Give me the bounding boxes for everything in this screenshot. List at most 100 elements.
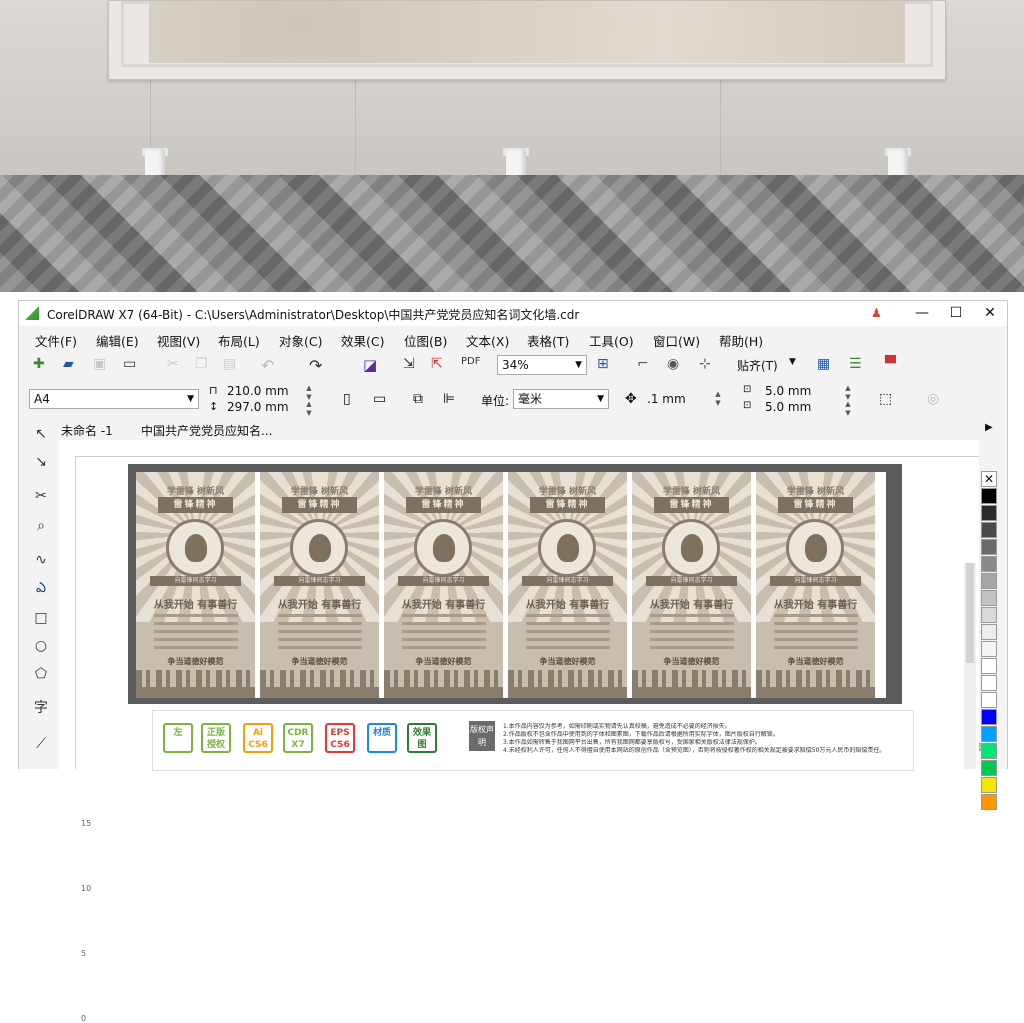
page-height-field[interactable]: 297.0 mm xyxy=(227,400,289,414)
duplicate-y-field[interactable]: 5.0 mm xyxy=(765,400,811,414)
horizontal-ruler[interactable] xyxy=(59,440,979,457)
color-swatch[interactable] xyxy=(981,709,997,725)
cut-icon[interactable]: ✂ xyxy=(167,356,185,374)
color-swatch[interactable] xyxy=(981,794,997,810)
color-swatch[interactable] xyxy=(981,726,997,742)
show-rulers-icon[interactable]: ⌐ xyxy=(637,356,655,374)
export-icon[interactable]: ⇱ xyxy=(431,356,449,374)
rectangle-tool-icon[interactable]: □ xyxy=(31,608,51,628)
color-swatch[interactable] xyxy=(981,743,997,759)
vertical-ruler[interactable] xyxy=(59,456,76,769)
treat-as-filled-icon[interactable]: ⬚ xyxy=(879,391,897,409)
color-swatch[interactable] xyxy=(981,539,997,555)
import-icon[interactable]: ⇲ xyxy=(403,356,421,374)
chevron-down-icon[interactable]: ▼ xyxy=(789,357,796,367)
duplicate-x-field[interactable]: 5.0 mm xyxy=(765,384,811,398)
maximize-button[interactable]: ☐ xyxy=(939,301,973,326)
user-icon[interactable]: ♟ xyxy=(871,307,883,320)
scroll-thumb[interactable] xyxy=(966,563,974,663)
polygon-tool-icon[interactable]: ⬠ xyxy=(31,664,51,684)
show-guidelines-icon[interactable]: ⊹ xyxy=(699,356,717,374)
options-icon[interactable]: ☰ xyxy=(849,356,867,374)
landscape-icon[interactable]: ▭ xyxy=(373,391,391,409)
portrait-icon[interactable]: ▯ xyxy=(343,391,361,409)
artistic-media-icon[interactable]: ఎ xyxy=(31,578,51,598)
open-folder-icon[interactable]: ▰ xyxy=(63,356,81,374)
height-spinner[interactable]: ▲ ▼ xyxy=(304,400,314,418)
tab-untitled[interactable]: 未命名 -1 xyxy=(61,422,113,439)
zoom-tool-icon[interactable]: ⌕ xyxy=(31,516,51,536)
tabs-scroll-right-icon[interactable]: ▶ xyxy=(985,422,993,433)
all-pages-icon[interactable]: ⧉ xyxy=(413,391,431,409)
units-dropdown[interactable]: 毫米 ▼ xyxy=(513,389,609,409)
minimize-button[interactable]: — xyxy=(905,301,939,326)
nudge-spinner[interactable]: ▲ ▼ xyxy=(713,390,723,408)
color-swatch[interactable] xyxy=(981,488,997,504)
menu-object[interactable]: 对象(C) xyxy=(279,331,322,350)
page-width-field[interactable]: 210.0 mm xyxy=(227,384,289,398)
crop-tool-icon[interactable]: ✂ xyxy=(31,486,51,506)
color-swatch[interactable] xyxy=(981,641,997,657)
menu-bitmaps[interactable]: 位图(B) xyxy=(404,331,447,350)
color-swatch[interactable] xyxy=(981,607,997,623)
snap-to-dropdown[interactable]: 贴齐(T) xyxy=(737,357,778,374)
welcome-screen-icon[interactable]: ▦ xyxy=(817,356,835,374)
poster-row[interactable]: 学雷锋 树新风 雷锋精神 向雷锋同志学习 从我开始 有事善行 争当道德好模范 学雷锋 树新… xyxy=(136,472,886,698)
publish-pdf-icon[interactable]: PDF xyxy=(461,356,480,374)
menu-window[interactable]: 窗口(W) xyxy=(653,331,700,350)
color-swatch[interactable] xyxy=(981,624,997,640)
full-screen-icon[interactable]: ⊞ xyxy=(597,356,615,374)
color-swatch[interactable] xyxy=(981,675,997,691)
save-icon[interactable]: ▣ xyxy=(93,356,111,374)
close-button[interactable]: ✕ xyxy=(973,301,1007,326)
color-swatch[interactable] xyxy=(981,573,997,589)
menu-text[interactable]: 文本(X) xyxy=(466,331,509,350)
poster-tile[interactable]: 学雷锋 树新风 雷锋精神 向雷锋同志学习 从我开始 有事善行 争当道德好模范 xyxy=(384,472,503,698)
poster-tile[interactable]: 学雷锋 树新风 雷锋精神 向雷锋同志学习 从我开始 有事善行 争当道德好模范 xyxy=(508,472,627,698)
drawing-canvas[interactable]: 学雷锋 树新风 雷锋精神 向雷锋同志学习 从我开始 有事善行 争当道德好模范 学雷锋 树新… xyxy=(76,457,979,771)
shape-tool-icon[interactable]: ↘ xyxy=(31,452,51,472)
color-swatch[interactable] xyxy=(981,658,997,674)
color-swatch[interactable] xyxy=(981,505,997,521)
color-swatch[interactable] xyxy=(981,777,997,793)
print-icon[interactable]: ▭ xyxy=(123,356,141,374)
menu-view[interactable]: 视图(V) xyxy=(157,331,200,350)
dimension-tool-icon[interactable]: ⟋ xyxy=(31,734,51,754)
menu-tools[interactable]: 工具(O) xyxy=(589,331,634,350)
menu-table[interactable]: 表格(T) xyxy=(527,331,569,350)
menu-effects[interactable]: 效果(C) xyxy=(341,331,384,350)
color-swatch[interactable] xyxy=(981,590,997,606)
menu-edit[interactable]: 编辑(E) xyxy=(96,331,139,350)
page-size-dropdown[interactable]: A4 ▼ xyxy=(29,389,199,409)
vertical-scrollbar[interactable] xyxy=(964,563,976,769)
poster-tile[interactable]: 学雷锋 树新风 雷锋精神 向雷锋同志学习 从我开始 有事善行 争当道德好模范 xyxy=(632,472,751,698)
freehand-tool-icon[interactable]: ∿ xyxy=(31,550,51,570)
ellipse-tool-icon[interactable]: ○ xyxy=(31,636,51,656)
show-grid-icon[interactable]: ◉ xyxy=(667,356,685,374)
new-document-icon[interactable]: ✚ xyxy=(33,356,51,374)
paste-icon[interactable]: ▤ xyxy=(223,356,241,374)
text-tool-icon[interactable]: 字 xyxy=(31,698,51,718)
duplicate-y-spinner[interactable]: ▲ ▼ xyxy=(843,400,853,418)
poster-tile[interactable]: 学雷锋 树新风 雷锋精神 向雷锋同志学习 从我开始 有事善行 争当道德好模范 xyxy=(260,472,379,698)
tab-current-document[interactable]: 中国共产党党员应知名... xyxy=(141,422,272,439)
menu-help[interactable]: 帮助(H) xyxy=(719,331,763,350)
pick-tool-icon[interactable]: ↖ xyxy=(31,424,51,444)
menu-file[interactable]: 文件(F) xyxy=(35,331,77,350)
color-swatch[interactable] xyxy=(981,692,997,708)
quick-customize-icon[interactable]: ◎ xyxy=(927,391,945,409)
nudge-distance-field[interactable]: .1 mm xyxy=(647,392,686,406)
undo-icon[interactable]: ↶ xyxy=(261,356,279,375)
poster-tile[interactable]: 学雷锋 树新风 雷锋精神 向雷锋同志学习 从我开始 有事善行 争当道德好模范 xyxy=(136,472,255,698)
redo-icon[interactable]: ↷ xyxy=(309,356,327,375)
no-color-swatch[interactable]: ✕ xyxy=(981,471,997,487)
menu-layout[interactable]: 布局(L) xyxy=(218,331,260,350)
poster-tile[interactable]: 学雷锋 树新风 雷锋精神 向雷锋同志学习 从我开始 有事善行 争当道德好模范 xyxy=(756,472,875,698)
current-page-icon[interactable]: ⊫ xyxy=(443,391,461,409)
color-swatch[interactable] xyxy=(981,522,997,538)
copy-icon[interactable]: ❐ xyxy=(195,356,213,374)
color-swatch[interactable] xyxy=(981,760,997,776)
zoom-level-dropdown[interactable]: 34% ▼ xyxy=(497,355,587,375)
application-launcher-icon[interactable]: ▀ xyxy=(885,356,903,374)
search-content-icon[interactable]: ◪ xyxy=(363,356,381,374)
